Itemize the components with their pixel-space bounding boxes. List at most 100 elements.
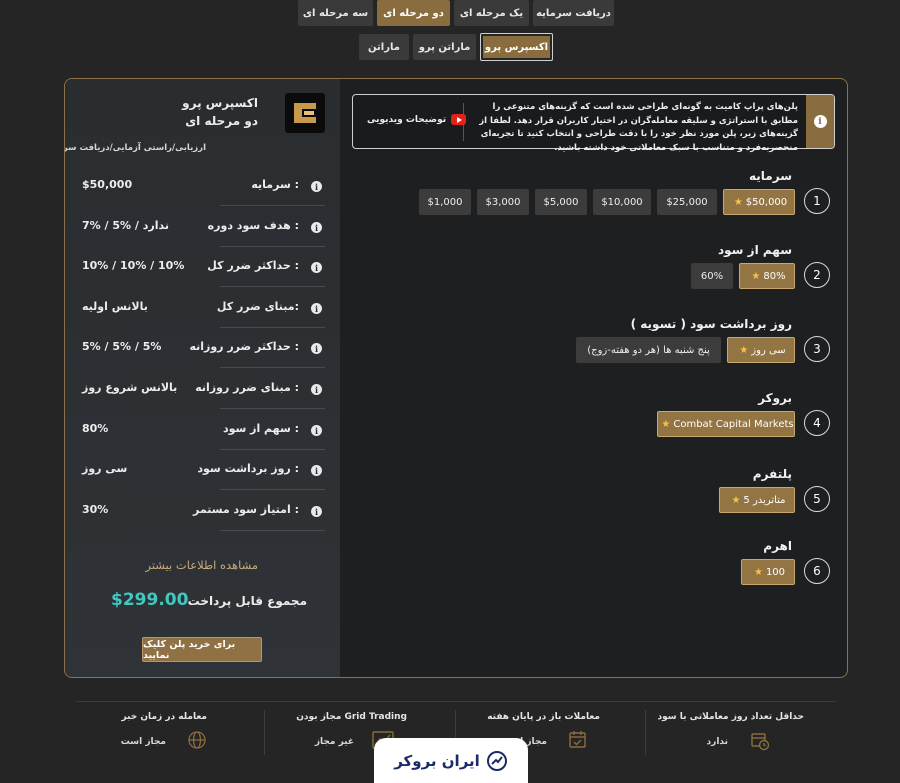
option-label: $25,000 bbox=[666, 196, 708, 208]
row-divider bbox=[220, 449, 325, 450]
option-button[interactable]: ★ 100 bbox=[741, 559, 795, 585]
option-button[interactable]: ★ $50,000 bbox=[723, 189, 795, 215]
calendar-check-icon bbox=[568, 730, 588, 754]
total-label: مجموع قابل پرداخت bbox=[187, 594, 307, 608]
option-button[interactable]: ★ 80% bbox=[739, 263, 795, 289]
footer-label-weekend: معاملات باز در پایان هفته bbox=[487, 712, 600, 722]
plan-name: اکسپرس پرو bbox=[182, 96, 258, 110]
info-icon[interactable]: i bbox=[311, 384, 322, 395]
spec-label: حداکثر ضرر روزانه : bbox=[189, 340, 299, 353]
notice-info-strip: i bbox=[806, 95, 834, 148]
footer-value-news: مجاز است bbox=[120, 737, 166, 747]
spec-value: 7% / 5% / ندارد bbox=[82, 219, 169, 232]
step-number: 3 bbox=[804, 336, 830, 362]
option-label: پنج شنبه ها (هر دو هفته-زوج) bbox=[587, 344, 710, 356]
option-button[interactable]: $3,000 bbox=[477, 189, 529, 215]
row-divider bbox=[220, 246, 325, 247]
section-title: پلتفرم bbox=[752, 467, 792, 481]
youtube-icon bbox=[451, 114, 467, 125]
step-number: 2 bbox=[804, 262, 830, 288]
globe-icon bbox=[187, 730, 207, 754]
option-button[interactable]: ★ سی روز bbox=[727, 337, 795, 363]
option-button[interactable]: $5,000 bbox=[535, 189, 587, 215]
spec-value: 5% / 5% / 5% bbox=[82, 340, 162, 353]
spec-label: حداکثر ضرر کل : bbox=[207, 259, 299, 272]
info-icon[interactable]: i bbox=[311, 506, 322, 517]
footer-divider bbox=[76, 701, 836, 702]
tab-marathon[interactable]: ماراتن bbox=[359, 34, 409, 60]
watermark-text: ایران بروکر bbox=[394, 751, 480, 770]
section-title: سهم از سود bbox=[718, 243, 792, 257]
spec-value: بالانس شروع روز bbox=[82, 381, 178, 394]
brand-logo bbox=[285, 93, 325, 133]
spec-value: 10% / 10% / 10% bbox=[82, 259, 185, 272]
option-label: 100 bbox=[765, 566, 786, 578]
section-title: روز برداشت سود ( تسویه ) bbox=[630, 317, 792, 331]
watermark-badge: ایران بروکر bbox=[374, 738, 528, 783]
trend-logo-icon bbox=[486, 750, 507, 771]
info-icon[interactable]: i bbox=[311, 465, 322, 476]
info-icon[interactable]: i bbox=[311, 181, 322, 192]
step-number: 4 bbox=[804, 410, 830, 436]
row-divider bbox=[220, 205, 325, 206]
option-button[interactable]: $25,000 bbox=[657, 189, 717, 215]
info-icon[interactable]: i bbox=[311, 262, 322, 273]
spec-value: بالانس اولیه bbox=[82, 300, 148, 313]
star-icon: ★ bbox=[731, 494, 741, 506]
tab-funded[interactable]: دریافت سرمایه bbox=[533, 0, 614, 26]
star-icon: ★ bbox=[739, 344, 749, 356]
star-icon: ★ bbox=[751, 270, 761, 282]
more-info-link[interactable]: مشاهده اطلاعات بیشتر bbox=[145, 558, 258, 572]
row-divider bbox=[220, 489, 325, 490]
option-label: سی روز bbox=[751, 344, 786, 356]
footer-separator bbox=[264, 710, 265, 755]
spec-label: سرمایه : bbox=[251, 178, 299, 191]
row-divider bbox=[220, 286, 325, 287]
option-button[interactable]: $10,000 bbox=[593, 189, 651, 215]
tab-three-step[interactable]: سه مرحله ای bbox=[298, 0, 373, 26]
option-button[interactable]: $1,000 bbox=[419, 189, 471, 215]
tab-one-step[interactable]: یک مرحله ای bbox=[454, 0, 529, 26]
info-icon: i bbox=[813, 115, 827, 128]
row-divider bbox=[220, 327, 325, 328]
footer-value-grid: غیر مجاز bbox=[314, 737, 354, 747]
section-title: اهرم bbox=[763, 539, 792, 553]
option-label: $3,000 bbox=[485, 196, 521, 208]
total-price: $299.00 bbox=[111, 590, 189, 610]
breadcrumb: ارزیابی/راستی آزمایی/دریافت سرمایه bbox=[65, 143, 206, 153]
footer-separator bbox=[645, 710, 646, 755]
section-title: بروکر bbox=[758, 391, 792, 405]
clock-calendar-icon bbox=[750, 731, 770, 755]
plan-panel: اکسپرس پرو دو مرحله ای ارزیابی/راستی آزم… bbox=[64, 78, 848, 678]
footer-value-min-days: ندارد bbox=[706, 737, 728, 747]
video-guide-label: توضیحات ویدیویی bbox=[367, 114, 447, 125]
spec-value: 30% bbox=[82, 503, 109, 516]
spec-label: هدف سود دوره : bbox=[207, 219, 299, 232]
info-icon[interactable]: i bbox=[311, 222, 322, 233]
spec-label: سهم از سود : bbox=[222, 422, 299, 435]
notice-box: i پلن‌های پراپ کامیت به گونه‌ای طراحی شد… bbox=[352, 94, 835, 153]
star-icon: ★ bbox=[753, 566, 763, 578]
star-icon: ★ bbox=[733, 196, 743, 208]
option-label: 80% bbox=[763, 270, 786, 282]
info-icon[interactable]: i bbox=[311, 343, 322, 354]
option-label: $5,000 bbox=[543, 196, 579, 208]
tab-express-pro[interactable]: اکسپرس پرو bbox=[480, 33, 553, 61]
tab-two-step[interactable]: دو مرحله ای bbox=[377, 0, 450, 26]
video-guide-link[interactable]: توضیحات ویدیویی bbox=[367, 114, 467, 125]
option-label: 60% bbox=[700, 270, 724, 282]
footer-label-min-days: حداقل تعداد روز معاملاتی با سود bbox=[657, 712, 804, 722]
tab-marathon-pro[interactable]: ماراتن پرو bbox=[413, 34, 476, 60]
info-icon[interactable]: i bbox=[311, 303, 322, 314]
buy-plan-button[interactable]: برای خرید پلن کلیک نمایید bbox=[142, 637, 262, 662]
option-button[interactable]: ★ متاتریدر 5 bbox=[719, 487, 795, 513]
notice-text: پلن‌های پراپ کامیت به گونه‌ای طراحی شده … bbox=[479, 102, 798, 153]
option-button[interactable]: 60% bbox=[691, 263, 733, 289]
info-icon[interactable]: i bbox=[311, 425, 322, 436]
option-label: $50,000 bbox=[745, 196, 788, 208]
footer-label-news: معامله در زمان خبر bbox=[121, 712, 207, 722]
spec-label: روز برداشت سود : bbox=[197, 462, 299, 475]
option-button[interactable]: ★ Combat Capital Markets bbox=[657, 411, 795, 437]
option-button[interactable]: پنج شنبه ها (هر دو هفته-زوج) bbox=[576, 337, 721, 363]
spec-label: مبنای ضرر کل: bbox=[216, 300, 299, 313]
